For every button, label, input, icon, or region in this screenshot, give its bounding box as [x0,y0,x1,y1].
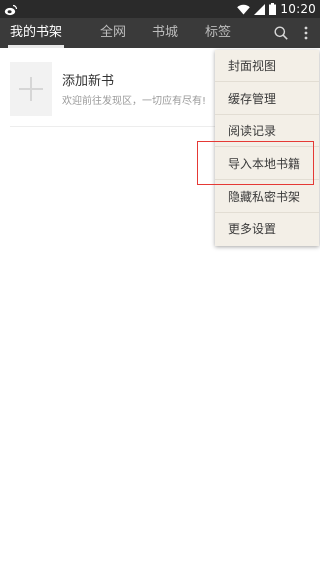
tab-my-bookshelf[interactable]: 我的书架 [6,18,66,48]
signal-icon [254,0,266,19]
status-bar: 10:20 [0,0,320,18]
more-vert-icon[interactable] [298,18,314,48]
status-time: 10:20 [280,2,316,16]
add-book-subtitle: 欢迎前往发现区，一切应有尽有! [62,96,207,107]
menu-item-hide-private-shelf[interactable]: 隐藏私密书架 [215,181,319,213]
menu-item-cover-view[interactable]: 封面视图 [215,50,319,82]
search-icon[interactable] [271,18,291,48]
tab-whole-web[interactable]: 全网 [98,18,128,48]
add-book-title: 添加新书 [62,74,115,89]
tab-bookstore[interactable]: 书城 [150,18,180,48]
tab-tags[interactable]: 标签 [203,18,233,48]
add-book-item[interactable]: 添加新书 欢迎前往发现区，一切应有尽有! [10,62,230,118]
menu-item-more-settings[interactable]: 更多设置 [215,213,319,245]
highlight-box [197,141,314,185]
add-book-cover[interactable] [10,62,52,116]
menu-item-cache-management[interactable]: 缓存管理 [215,83,319,115]
wifi-icon [237,0,251,19]
battery-icon [269,0,277,19]
divider [10,126,216,127]
weibo-icon [4,2,18,16]
top-bar: 我的书架 全网 书城 标签 [0,18,320,48]
